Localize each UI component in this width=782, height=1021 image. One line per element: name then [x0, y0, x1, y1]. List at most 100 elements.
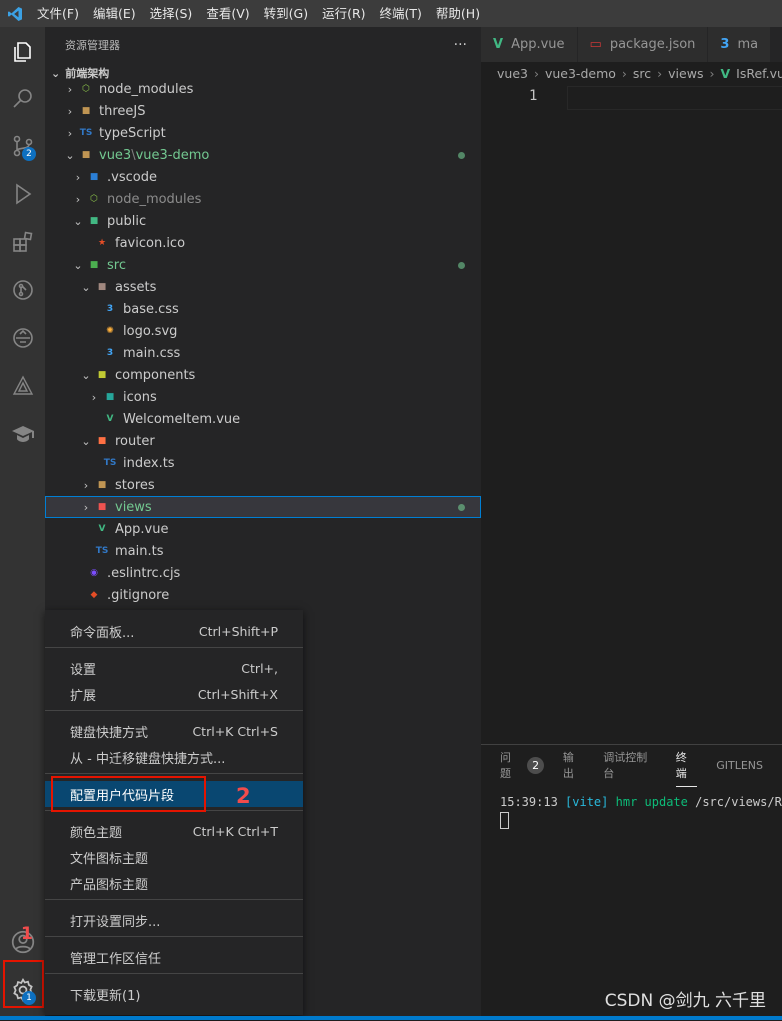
file-type-icon: ✺ — [106, 326, 114, 336]
tree-item[interactable]: › ⬡ node_modules — [45, 78, 481, 100]
tree-item[interactable]: ⌄ ■ src — [45, 254, 481, 276]
menu-separator — [45, 973, 303, 974]
menu-item[interactable]: 编辑(E) — [86, 0, 143, 27]
menu-item[interactable]: 设置 Ctrl+, — [45, 655, 303, 681]
extensions-icon[interactable] — [0, 219, 45, 265]
file-type-icon: ■ — [97, 436, 107, 446]
menu-item-label: 设置 — [70, 662, 97, 678]
menu-item[interactable]: 终端(T) — [373, 0, 429, 27]
tree-item[interactable]: ⌄ ■ public — [45, 210, 481, 232]
tree-item[interactable]: › ■ .vscode — [45, 166, 481, 188]
tab-problems[interactable]: 问题 2 — [500, 749, 544, 781]
remote-icon[interactable] — [0, 315, 45, 361]
tab-terminal[interactable]: 终端 — [675, 749, 698, 787]
explorer-icon[interactable] — [0, 29, 45, 75]
breadcrumb-item[interactable]: vue3-demo — [545, 66, 616, 81]
menu-item[interactable]: 帮助(H) — [429, 0, 487, 27]
menu-item-shortcut: Ctrl+, — [241, 660, 278, 676]
tree-item[interactable]: TS index.ts — [45, 452, 481, 474]
breadcrumb-item[interactable]: views — [668, 66, 703, 81]
triangle-icon[interactable] — [0, 363, 45, 409]
file-type-icon: TS — [95, 546, 109, 556]
tree-item[interactable]: V App.vue — [45, 518, 481, 540]
breadcrumb-item[interactable]: src — [633, 66, 651, 81]
tree-item-label: vue3 — [99, 147, 132, 163]
search-icon[interactable] — [0, 75, 45, 121]
tree-item[interactable]: › ⬡ node_modules — [45, 188, 481, 210]
step2-highlight — [51, 776, 206, 812]
menu-item[interactable]: 从 - 中迁移键盘快捷方式... — [45, 744, 303, 770]
terminal-output[interactable]: 15:39:13 [vite] hmr update /src/views/Re — [481, 795, 782, 832]
tree-item-label: favicon.ico — [115, 235, 186, 251]
file-type-icon: V — [98, 524, 106, 534]
menu-item[interactable]: 查看(V) — [199, 0, 256, 27]
tab-debug-console[interactable]: 调试控制台 — [603, 749, 657, 781]
code-editor[interactable]: 1 — [481, 84, 782, 744]
editor-tab[interactable]: V App.vue — [481, 27, 578, 62]
menu-item[interactable]: 产品图标主题 — [45, 870, 303, 896]
tree-item[interactable]: 3 main.css — [45, 342, 481, 364]
menu-item[interactable]: 运行(R) — [315, 0, 372, 27]
watermark: CSDN @剑九 六千里 — [604, 991, 766, 1011]
chevron-down-icon: ⌄ — [81, 368, 91, 382]
tree-item[interactable]: ⌄ ■ assets — [45, 276, 481, 298]
menu-item-label: 打开设置同步... — [70, 914, 161, 930]
menu-item[interactable]: 颜色主题 Ctrl+K Ctrl+T — [45, 818, 303, 844]
tree-item-label: threeJS — [99, 103, 146, 119]
gitlens-icon[interactable] — [0, 267, 45, 313]
menu-item[interactable]: 转到(G) — [257, 0, 315, 27]
menu-item[interactable]: 打开设置同步... — [45, 907, 303, 933]
tree-item[interactable]: › TS typeScript — [45, 122, 481, 144]
more-actions-button[interactable]: ··· — [454, 37, 467, 53]
menu-item-label: 文件图标主题 — [70, 851, 149, 867]
menu-bar: 文件(F) 编辑(E) 选择(S) 查看(V) 转到(G) 运行(R) 终端(T) 帮助(H) — [0, 0, 782, 27]
file-type-icon: ⬡ — [82, 84, 90, 94]
tree-item[interactable]: ⌄ ■ vue3 \ vue3-demo — [45, 144, 481, 166]
tree-item[interactable]: ⌄ ■ components — [45, 364, 481, 386]
tree-item[interactable]: ✺ logo.svg — [45, 320, 481, 342]
editor-tab[interactable]: ▭ package.json — [577, 27, 709, 62]
menu-item[interactable]: 下载更新(1) — [45, 981, 303, 1007]
tab-debug-console-label: 调试控制台 — [603, 751, 648, 780]
tree-item[interactable]: TS main.ts — [45, 540, 481, 562]
file-type-icon: ■ — [89, 216, 99, 226]
tab-gitlens[interactable]: GITLENS — [716, 759, 763, 772]
tree-item[interactable]: 3 base.css — [45, 298, 481, 320]
manage-context-menu: 命令面板... Ctrl+Shift+P 设置 Ctrl+, 扩展 Ctrl+Shift+… — [45, 610, 303, 1015]
tree-item[interactable]: ◆ .gitignore — [45, 584, 481, 606]
breadcrumb-item[interactable]: vue3 — [497, 66, 528, 81]
line-number: 1 — [529, 88, 538, 104]
menu-item[interactable]: 文件图标主题 — [45, 844, 303, 870]
run-debug-icon[interactable] — [0, 171, 45, 217]
file-type-icon: 3 — [720, 37, 730, 52]
tab-gitlens-label: GITLENS — [716, 758, 763, 772]
tree-item[interactable]: › ■ icons — [45, 386, 481, 408]
menu-item-label: 从 - 中迁移键盘快捷方式... — [70, 751, 226, 767]
tree-item[interactable]: › ■ views — [45, 496, 481, 518]
menu-item[interactable]: 命令面板... Ctrl+Shift+P — [45, 618, 303, 644]
menu-item[interactable]: 键盘快捷方式 Ctrl+K Ctrl+S — [45, 718, 303, 744]
menu-separator — [45, 899, 303, 900]
chevron-right-icon: › — [67, 82, 73, 96]
menu-item[interactable]: 选择(S) — [143, 0, 200, 27]
tree-item[interactable]: ⌄ ■ router — [45, 430, 481, 452]
activity-bar: 2 1 — [0, 27, 45, 1020]
chevron-right-icon: › — [83, 478, 89, 492]
menu-item[interactable]: 管理工作区信任 — [45, 944, 303, 970]
tree-item[interactable]: › ■ stores — [45, 474, 481, 496]
tab-output[interactable]: 输出 — [563, 749, 584, 781]
menu-item[interactable]: 文件(F) — [30, 0, 86, 27]
editor-tab[interactable]: 3 ma — [708, 27, 772, 62]
breadcrumb-item[interactable]: IsRef.vue — [736, 66, 782, 81]
explorer-title: 资源管理器 — [65, 38, 120, 52]
tree-item[interactable]: › ■ threeJS — [45, 100, 481, 122]
tree-item[interactable]: ★ favicon.ico — [45, 232, 481, 254]
graduation-cap-icon[interactable] — [0, 411, 45, 457]
source-control-icon[interactable]: 2 — [0, 123, 45, 169]
menu-item[interactable]: 扩展 Ctrl+Shift+X — [45, 681, 303, 707]
chevron-right-icon: › — [67, 126, 73, 140]
tree-item-label: views — [115, 499, 152, 515]
tree-item[interactable]: ◉ .eslintrc.cjs — [45, 562, 481, 584]
tree-item[interactable]: V WelcomeItem.vue — [45, 408, 481, 430]
chevron-down-icon: ⌄ — [73, 258, 83, 272]
